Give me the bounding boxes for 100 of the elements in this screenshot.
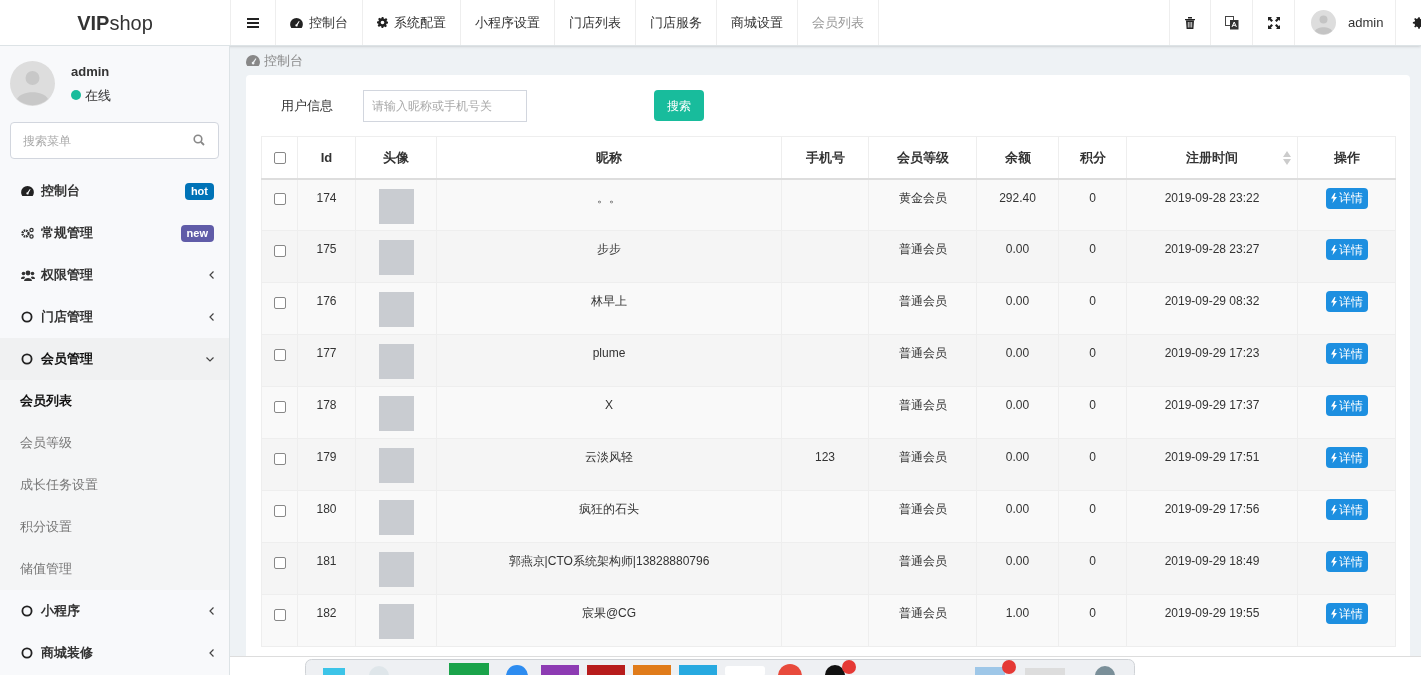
table-cell: 176	[316, 294, 337, 308]
submenu-item[interactable]: 会员等级	[0, 422, 229, 464]
table-cell: 黄金会员	[898, 190, 947, 205]
checkbox[interactable]	[273, 348, 286, 361]
submenu-item[interactable]: 储值管理	[0, 548, 229, 590]
trash-icon[interactable]	[1185, 16, 1195, 29]
translate-icon[interactable]	[1224, 15, 1239, 30]
bolt-icon	[1330, 504, 1337, 515]
status-text: 在线	[85, 86, 111, 105]
menu-item[interactable]: 小程序	[0, 590, 229, 632]
table-cell: 178	[316, 398, 337, 412]
table-cell: 177	[316, 346, 337, 360]
table-cell: 0	[1089, 294, 1096, 308]
menu-icon[interactable]	[247, 17, 259, 28]
avatar-photo	[378, 500, 414, 535]
table-cell: 182	[316, 606, 337, 620]
table-cell: plume	[592, 346, 626, 360]
table-cell: 林早上	[591, 294, 627, 308]
dashboard-icon	[246, 55, 260, 66]
table-cell: 175	[316, 242, 337, 256]
table-cell: 174	[316, 190, 337, 205]
avatar-photo	[378, 240, 414, 275]
column-header: 昵称	[596, 149, 622, 165]
table-cell: 2019-09-29 17:23	[1164, 346, 1260, 360]
menu-search-field[interactable]: 搜索菜单	[10, 122, 219, 159]
submenu-item[interactable]: 积分设置	[0, 506, 229, 548]
checkbox[interactable]	[273, 193, 286, 206]
table-cell: 0.00	[1005, 294, 1030, 308]
table-cell: 1.00	[1005, 606, 1030, 620]
table-cell: 0.00	[1005, 398, 1030, 412]
checkbox[interactable]	[273, 556, 286, 569]
chevron-down-icon	[206, 356, 214, 362]
table-cell: 2019-09-29 17:56	[1164, 502, 1260, 516]
user-name[interactable]: admin	[1348, 12, 1384, 33]
avatar-photo	[378, 344, 414, 379]
nav-tab[interactable]: 系统配置	[362, 0, 460, 45]
checkbox[interactable]	[273, 244, 286, 257]
checkbox[interactable]	[273, 152, 286, 165]
menu-item[interactable]: 商城装修	[0, 632, 229, 674]
menu-item[interactable]: 权限管理	[0, 254, 229, 296]
table-cell: 0	[1089, 398, 1096, 412]
settings-icon[interactable]	[1412, 15, 1421, 30]
column-header[interactable]: 注册时间	[1186, 149, 1238, 165]
table-cell: 2019-09-29 17:51	[1164, 450, 1260, 464]
submenu-item[interactable]: 成长任务设置	[0, 464, 229, 506]
submenu-item[interactable]: 会员列表	[0, 380, 229, 422]
circle-icon	[21, 605, 33, 617]
circle-icon	[21, 311, 33, 323]
table-cell: 云淡风轻	[585, 450, 633, 464]
search-icon[interactable]	[193, 134, 205, 146]
table-cell: 疯狂的石头	[579, 502, 639, 516]
table-cell: 步步	[597, 242, 621, 256]
nav-tab[interactable]: 门店服务	[635, 0, 716, 45]
table-cell: 292.40	[999, 190, 1036, 205]
table-cell: 0.00	[1005, 242, 1030, 256]
menu-item[interactable]: 常规管理 new	[0, 212, 229, 254]
menu-item[interactable]: 门店管理	[0, 296, 229, 338]
circle-icon	[21, 647, 33, 659]
menu-badge: new	[180, 224, 214, 242]
table-cell: 0.00	[1005, 502, 1030, 516]
user-name: admin	[71, 63, 111, 81]
checkbox[interactable]	[273, 296, 286, 309]
fullscreen-icon[interactable]	[1267, 16, 1280, 29]
column-header: 手机号	[805, 149, 845, 165]
nav-tab[interactable]: 小程序设置	[460, 0, 554, 45]
checkbox[interactable]	[273, 452, 286, 465]
table-cell: 2019-09-29 17:37	[1164, 398, 1260, 412]
gears-icon	[21, 227, 34, 239]
menu-item[interactable]: 控制台 hot	[0, 170, 229, 212]
table-cell: 。。	[597, 190, 621, 205]
table-cell: 0	[1089, 606, 1096, 620]
table-cell: 普通会员	[898, 450, 947, 464]
table-cell: 123	[815, 450, 835, 464]
field-label: 用户信息	[280, 96, 334, 115]
table-cell: 181	[316, 554, 337, 568]
bolt-icon	[1330, 608, 1337, 619]
column-header: Id	[320, 149, 333, 165]
table-cell: 普通会员	[898, 242, 947, 256]
dashboard-icon	[21, 186, 34, 196]
column-header: 操作	[1333, 149, 1360, 165]
table-cell: 0.00	[1005, 554, 1030, 568]
nav-tab[interactable]: 商城设置	[716, 0, 797, 45]
table-cell: 宸果@CG	[581, 606, 637, 620]
table-cell: 2019-09-29 18:49	[1164, 554, 1260, 568]
checkbox[interactable]	[273, 608, 286, 621]
menu-item[interactable]: 会员管理	[0, 338, 229, 380]
checkbox[interactable]	[273, 400, 286, 413]
table-cell: 0	[1089, 242, 1096, 256]
nav-tab[interactable]: 门店列表	[554, 0, 635, 45]
avatar-photo	[378, 188, 414, 224]
users-icon	[21, 269, 35, 281]
chevron-left-icon	[209, 313, 214, 321]
search-input[interactable]: 请输入昵称或手机号关	[363, 89, 527, 122]
table-cell: 普通会员	[898, 554, 947, 568]
nav-tab[interactable]: 控制台	[275, 0, 362, 45]
menu-badge: hot	[184, 182, 214, 200]
chevron-left-icon	[209, 271, 214, 279]
table-cell: 普通会员	[898, 346, 947, 360]
table-cell: X	[605, 398, 613, 412]
checkbox[interactable]	[273, 504, 286, 517]
